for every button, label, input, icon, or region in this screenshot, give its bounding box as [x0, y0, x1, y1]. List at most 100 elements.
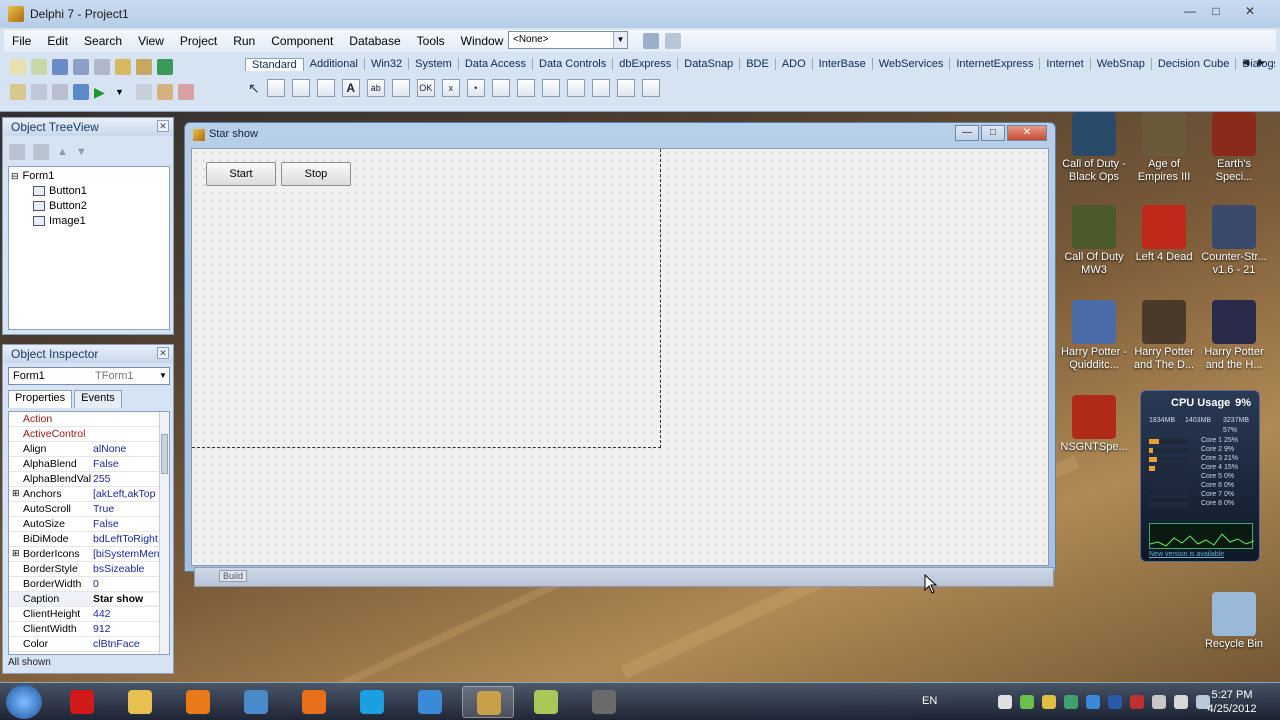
frames-icon[interactable]	[266, 79, 285, 97]
desktop-icon-left-4-dead[interactable]: Left 4 Dead	[1128, 205, 1200, 264]
menu-item-window[interactable]: Window	[453, 34, 512, 48]
new-form-icon[interactable]	[73, 84, 89, 100]
property-row-color[interactable]: Color clBtnFace	[9, 637, 159, 652]
palette-scroll-left-icon[interactable]: ◀	[1242, 57, 1249, 68]
language-indicator[interactable]: EN	[922, 695, 937, 707]
palette-tab-internetexpress[interactable]: InternetExpress	[950, 58, 1041, 70]
new-icon[interactable]	[10, 59, 26, 75]
property-value[interactable]: True	[93, 503, 159, 515]
debug-desktop-icon[interactable]	[665, 33, 681, 49]
close-icon[interactable]: ✕	[1236, 4, 1264, 18]
tree-node-image1[interactable]: Image1	[33, 215, 86, 227]
taskbar-media-player-app[interactable]	[172, 686, 224, 718]
property-row-autoscroll[interactable]: AutoScroll True	[9, 502, 159, 517]
desktop-icon-nsgntspe[interactable]: NSGNTSpe...	[1058, 395, 1130, 454]
property-row-borderstyle[interactable]: BorderStyle bsSizeable	[9, 562, 159, 577]
pause-icon[interactable]	[136, 84, 152, 100]
desktop-icon-counter-str-v1-6-21[interactable]: Counter-Str... v1.6 - 21	[1198, 205, 1270, 277]
palette-tab-websnap[interactable]: WebSnap	[1091, 58, 1152, 70]
property-row-anchors[interactable]: ⊞ Anchors [akLeft,akTop	[9, 487, 159, 502]
taskbar-ie-app[interactable]	[404, 686, 456, 718]
close-icon[interactable]: ✕	[1007, 125, 1047, 141]
property-value[interactable]: 0	[93, 578, 159, 590]
tree-node-button1[interactable]: Button1	[33, 185, 87, 197]
start-button[interactable]	[6, 685, 42, 719]
minimize-icon[interactable]: —	[1176, 4, 1204, 18]
palette-tab-additional[interactable]: Additional	[304, 58, 365, 70]
taskbar-firefox-app[interactable]	[288, 686, 340, 718]
remove-file-icon[interactable]	[136, 59, 152, 75]
arrow-down-icon[interactable]: ▼	[76, 146, 87, 158]
property-value[interactable]: False	[93, 458, 159, 470]
tray-flag-icon[interactable]	[1152, 695, 1166, 709]
tree-node-form1[interactable]: ⊟ Form1	[11, 170, 54, 182]
menu-item-search[interactable]: Search	[76, 34, 130, 48]
tray-bluetooth-icon[interactable]	[1108, 695, 1122, 709]
palette-tab-webservices[interactable]: WebServices	[873, 58, 951, 70]
scrollbar-thumb[interactable]	[161, 434, 168, 474]
trace-into-icon[interactable]	[157, 84, 173, 100]
menu-item-run[interactable]: Run	[225, 34, 263, 48]
collapse-icon[interactable]: ⊟	[11, 171, 19, 182]
close-icon[interactable]: ✕	[157, 347, 169, 359]
minimize-icon[interactable]: —	[955, 125, 979, 141]
combobox-icon[interactable]	[516, 79, 535, 97]
taskbar-opera-app[interactable]	[56, 686, 108, 718]
menu-item-project[interactable]: Project	[172, 34, 225, 48]
property-row-alphablend[interactable]: AlphaBlend False	[9, 457, 159, 472]
palette-tab-internet[interactable]: Internet	[1040, 58, 1091, 70]
desktop-icon-harry-potter-and-the-h[interactable]: Harry Potter and the H...	[1198, 300, 1270, 372]
desktop-icon-call-of-duty-black-ops[interactable]: Call of Duty - Black Ops	[1058, 112, 1130, 184]
actionlist-icon[interactable]	[641, 79, 660, 97]
property-row-alphablendval[interactable]: AlphaBlendVal 255	[9, 472, 159, 487]
cpu-usage-gadget[interactable]: CPU Usage 9% 1834MB 1403MB 3237MB 57% Co…	[1140, 390, 1260, 562]
property-value[interactable]: Star show	[93, 593, 159, 605]
menu-item-file[interactable]: File	[4, 34, 39, 48]
open-project-icon[interactable]	[94, 59, 110, 75]
add-file-icon[interactable]	[115, 59, 131, 75]
open-icon[interactable]	[31, 59, 47, 75]
save-icon[interactable]	[52, 59, 68, 75]
expand-icon[interactable]: ⊞	[12, 488, 20, 499]
palette-tab-standard[interactable]: Standard	[245, 57, 304, 71]
property-value[interactable]: [akLeft,akTop	[93, 488, 159, 500]
property-value[interactable]: False	[93, 518, 159, 530]
menu-item-edit[interactable]: Edit	[39, 34, 76, 48]
palette-tab-dbexpress[interactable]: dbExpress	[613, 58, 679, 70]
palette-tab-datasnap[interactable]: DataSnap	[678, 58, 741, 70]
memo-icon[interactable]	[391, 79, 410, 97]
taskbar-skype-app[interactable]	[346, 686, 398, 718]
edit-icon[interactable]: ab	[366, 79, 385, 97]
maximize-icon[interactable]: □	[1202, 4, 1230, 18]
chevron-down-icon[interactable]: ▼	[613, 32, 627, 48]
property-row-align[interactable]: Align alNone	[9, 442, 159, 457]
listbox-icon[interactable]	[491, 79, 510, 97]
tree-node-button2[interactable]: Button2	[33, 200, 87, 212]
property-value[interactable]: alNone	[93, 443, 159, 455]
palette-scroll-right-icon[interactable]: ▶	[1258, 57, 1265, 68]
property-row-borderwidth[interactable]: BorderWidth 0	[9, 577, 159, 592]
popupmenu-icon[interactable]	[316, 79, 335, 97]
toggle-form-unit-icon[interactable]	[52, 84, 68, 100]
property-row-activecontrol[interactable]: ActiveControl	[9, 427, 159, 442]
taskbar-delphi-app[interactable]	[462, 686, 514, 718]
maximize-icon[interactable]: □	[981, 125, 1005, 141]
desktop-icon-harry-potter-quidditc[interactable]: Harry Potter - Quidditc...	[1058, 300, 1130, 372]
property-row-clientwidth[interactable]: ClientWidth 912	[9, 622, 159, 637]
palette-tab-decision-cube[interactable]: Decision Cube	[1152, 58, 1237, 70]
panel-icon[interactable]	[616, 79, 635, 97]
step-over-icon[interactable]	[178, 84, 194, 100]
palette-tab-data-controls[interactable]: Data Controls	[533, 58, 614, 70]
save-desktop-icon[interactable]	[643, 33, 659, 49]
scrollbar-icon[interactable]	[541, 79, 560, 97]
tray-network-icon[interactable]	[1086, 695, 1100, 709]
label-icon[interactable]: A	[341, 79, 360, 97]
menu-item-view[interactable]: View	[130, 34, 172, 48]
palette-tab-system[interactable]: System	[409, 58, 459, 70]
property-grid-scrollbar[interactable]	[159, 412, 169, 654]
run-icon[interactable]: ▶	[94, 84, 110, 100]
tab-events[interactable]: Events	[74, 390, 122, 408]
menu-item-component[interactable]: Component	[263, 34, 341, 48]
desktop-icon-age-of-empires-iii[interactable]: Age of Empires III	[1128, 112, 1200, 184]
taskbar-explorer-app[interactable]	[114, 686, 166, 718]
